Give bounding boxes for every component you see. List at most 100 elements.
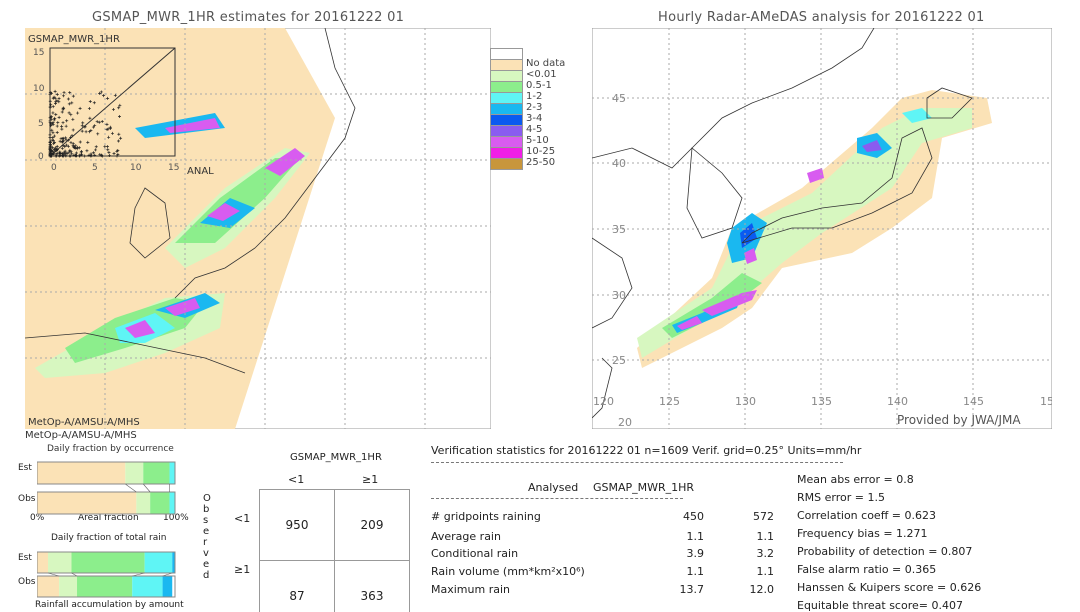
score: Mean abs error = 0.8 [797, 473, 914, 486]
left-map: GSMAP_MWR_1HR 0 5 10 15 0 5 10 15 ANAL M… [25, 28, 491, 429]
inset-xlabel: ANAL [187, 166, 214, 177]
inset-tick: 5 [38, 119, 44, 129]
score: Correlation coeff = 0.623 [797, 509, 936, 522]
accum-label: Rainfall accumulation by amount [35, 600, 184, 610]
stat-analysed: 13.7 [679, 583, 705, 596]
stat-analysed: 1.1 [686, 565, 705, 578]
stat-label: Average rain [431, 530, 501, 543]
est-label: Est [18, 463, 32, 473]
legend-label: 3-4 [526, 113, 543, 124]
connector-line [125, 483, 137, 493]
inset-label: GSMAP_MWR_1HR [28, 34, 120, 45]
inset-tick: 0 [51, 163, 57, 173]
cell-hit-neg: 950 [259, 489, 335, 561]
stat-gsmap: 1.1 [756, 530, 775, 543]
left-map-title: GSMAP_MWR_1HR estimates for 20161222 01 [92, 10, 405, 25]
contingency-table: 950 209 87 363 [259, 489, 410, 612]
bar-segment-obs [37, 492, 137, 514]
lat-tick: 45 [612, 92, 626, 105]
cell-false-alarm: 209 [334, 489, 410, 561]
bar-segment-est [48, 552, 72, 573]
obs-label: Obs [18, 494, 36, 504]
stat-gsmap: 12.0 [749, 583, 775, 596]
stat-analysed: 3.9 [686, 547, 705, 560]
sensor-text-inside: MetOp-A/AMSU-A/MHS [28, 417, 140, 428]
lon-tick: 135 [811, 395, 832, 408]
col-gsmap: GSMAP_MWR_1HR [593, 481, 695, 494]
right-map: 50 45 40 35 30 25 20 120 125 130 135 140… [592, 28, 1052, 429]
stat-label: Rain volume (mm*km²x10⁶) [431, 565, 585, 578]
bar-segment-est [37, 552, 49, 573]
lat-tick: 30 [612, 289, 626, 302]
score: Hanssen & Kuipers score = 0.626 [797, 581, 982, 594]
credit-text: Provided by JWA/JMA [897, 413, 1021, 427]
lat-tick: 40 [612, 157, 626, 170]
connector-line [143, 483, 151, 493]
stat-label: Maximum rain [431, 583, 510, 596]
bar-segment-est [144, 552, 173, 573]
legend-label: 10-25 [526, 146, 556, 157]
bar-segment-est [37, 462, 126, 484]
inset-tick: 15 [168, 163, 179, 173]
contingency-header: GSMAP_MWR_1HR [290, 452, 382, 463]
color-legend: No data <0.01 0.5-1 1-2 2-3 3-4 4-5 5-10… [490, 48, 565, 184]
inset-tick: 0 [38, 152, 44, 162]
stat-gsmap: 572 [753, 510, 774, 523]
lon-tick: 120 [593, 395, 614, 408]
legend-label: No data [526, 58, 566, 69]
legend-label: 0.5-1 [526, 80, 552, 91]
bar-segment-obs [150, 492, 170, 514]
score: False alarm ratio = 0.365 [797, 563, 937, 576]
cell-hit: 363 [334, 560, 410, 612]
lon-tick: 130 [735, 395, 756, 408]
col-label: <1 [288, 473, 305, 486]
bar-segment-obs [59, 576, 78, 597]
bar-segment-obs [136, 492, 151, 514]
score: RMS error = 1.5 [797, 491, 885, 504]
bar-segment-est [143, 462, 170, 484]
legend-label: 5-10 [526, 135, 549, 146]
observed-label: Observed [203, 493, 211, 581]
bar-segment-obs [169, 492, 175, 514]
lon-tick: 145 [963, 395, 984, 408]
score: Frequency bias = 1.271 [797, 527, 928, 540]
stat-analysed: 1.1 [686, 530, 705, 543]
bar-segment-est [169, 462, 175, 484]
verification-figure: GSMAP_MWR_1HR estimates for 20161222 01 … [0, 0, 1080, 612]
bar-segment-est [125, 462, 144, 484]
lat-tick: 20 [618, 416, 632, 429]
bar-segment-obs [132, 576, 163, 597]
inset-tick: 10 [130, 163, 142, 173]
lon-tick: 15 [1040, 395, 1052, 408]
inset-tick: 5 [92, 163, 98, 173]
stats-header: Verification statistics for 20161222 01 … [431, 444, 862, 457]
stat-analysed: 450 [683, 510, 704, 523]
lat-tick: 50 [612, 28, 626, 29]
stat-gsmap: 3.2 [756, 547, 775, 560]
lat-tick: 25 [612, 354, 626, 367]
legend-label: <0.01 [526, 69, 557, 80]
legend-label: 4-5 [526, 124, 543, 135]
bar-segment-obs [77, 576, 133, 597]
row-label: <1 [234, 512, 251, 525]
inset-tick: 10 [33, 84, 45, 94]
bar-segment-obs [162, 576, 173, 597]
legend-label: 2-3 [526, 102, 543, 113]
bar-segment-est [71, 552, 145, 573]
lon-tick: 140 [887, 395, 908, 408]
col-analysed: Analysed [528, 481, 579, 494]
inset-tick: 15 [33, 48, 44, 58]
stat-label: Conditional rain [431, 547, 519, 560]
score: Probability of detection = 0.807 [797, 545, 973, 558]
est-label: Est [18, 553, 32, 563]
legend-label: 25-50 [526, 157, 556, 168]
occurrence-title: Daily fraction by occurrence [47, 444, 174, 454]
cell-miss: 87 [259, 560, 335, 612]
bar-segment-obs [37, 576, 60, 597]
lon-tick: 125 [659, 395, 680, 408]
stat-gsmap: 1.1 [756, 565, 775, 578]
lat-tick: 35 [612, 223, 626, 236]
obs-label: Obs [18, 577, 36, 587]
col-label: ≥1 [362, 473, 379, 486]
legend-swatch [490, 158, 523, 170]
